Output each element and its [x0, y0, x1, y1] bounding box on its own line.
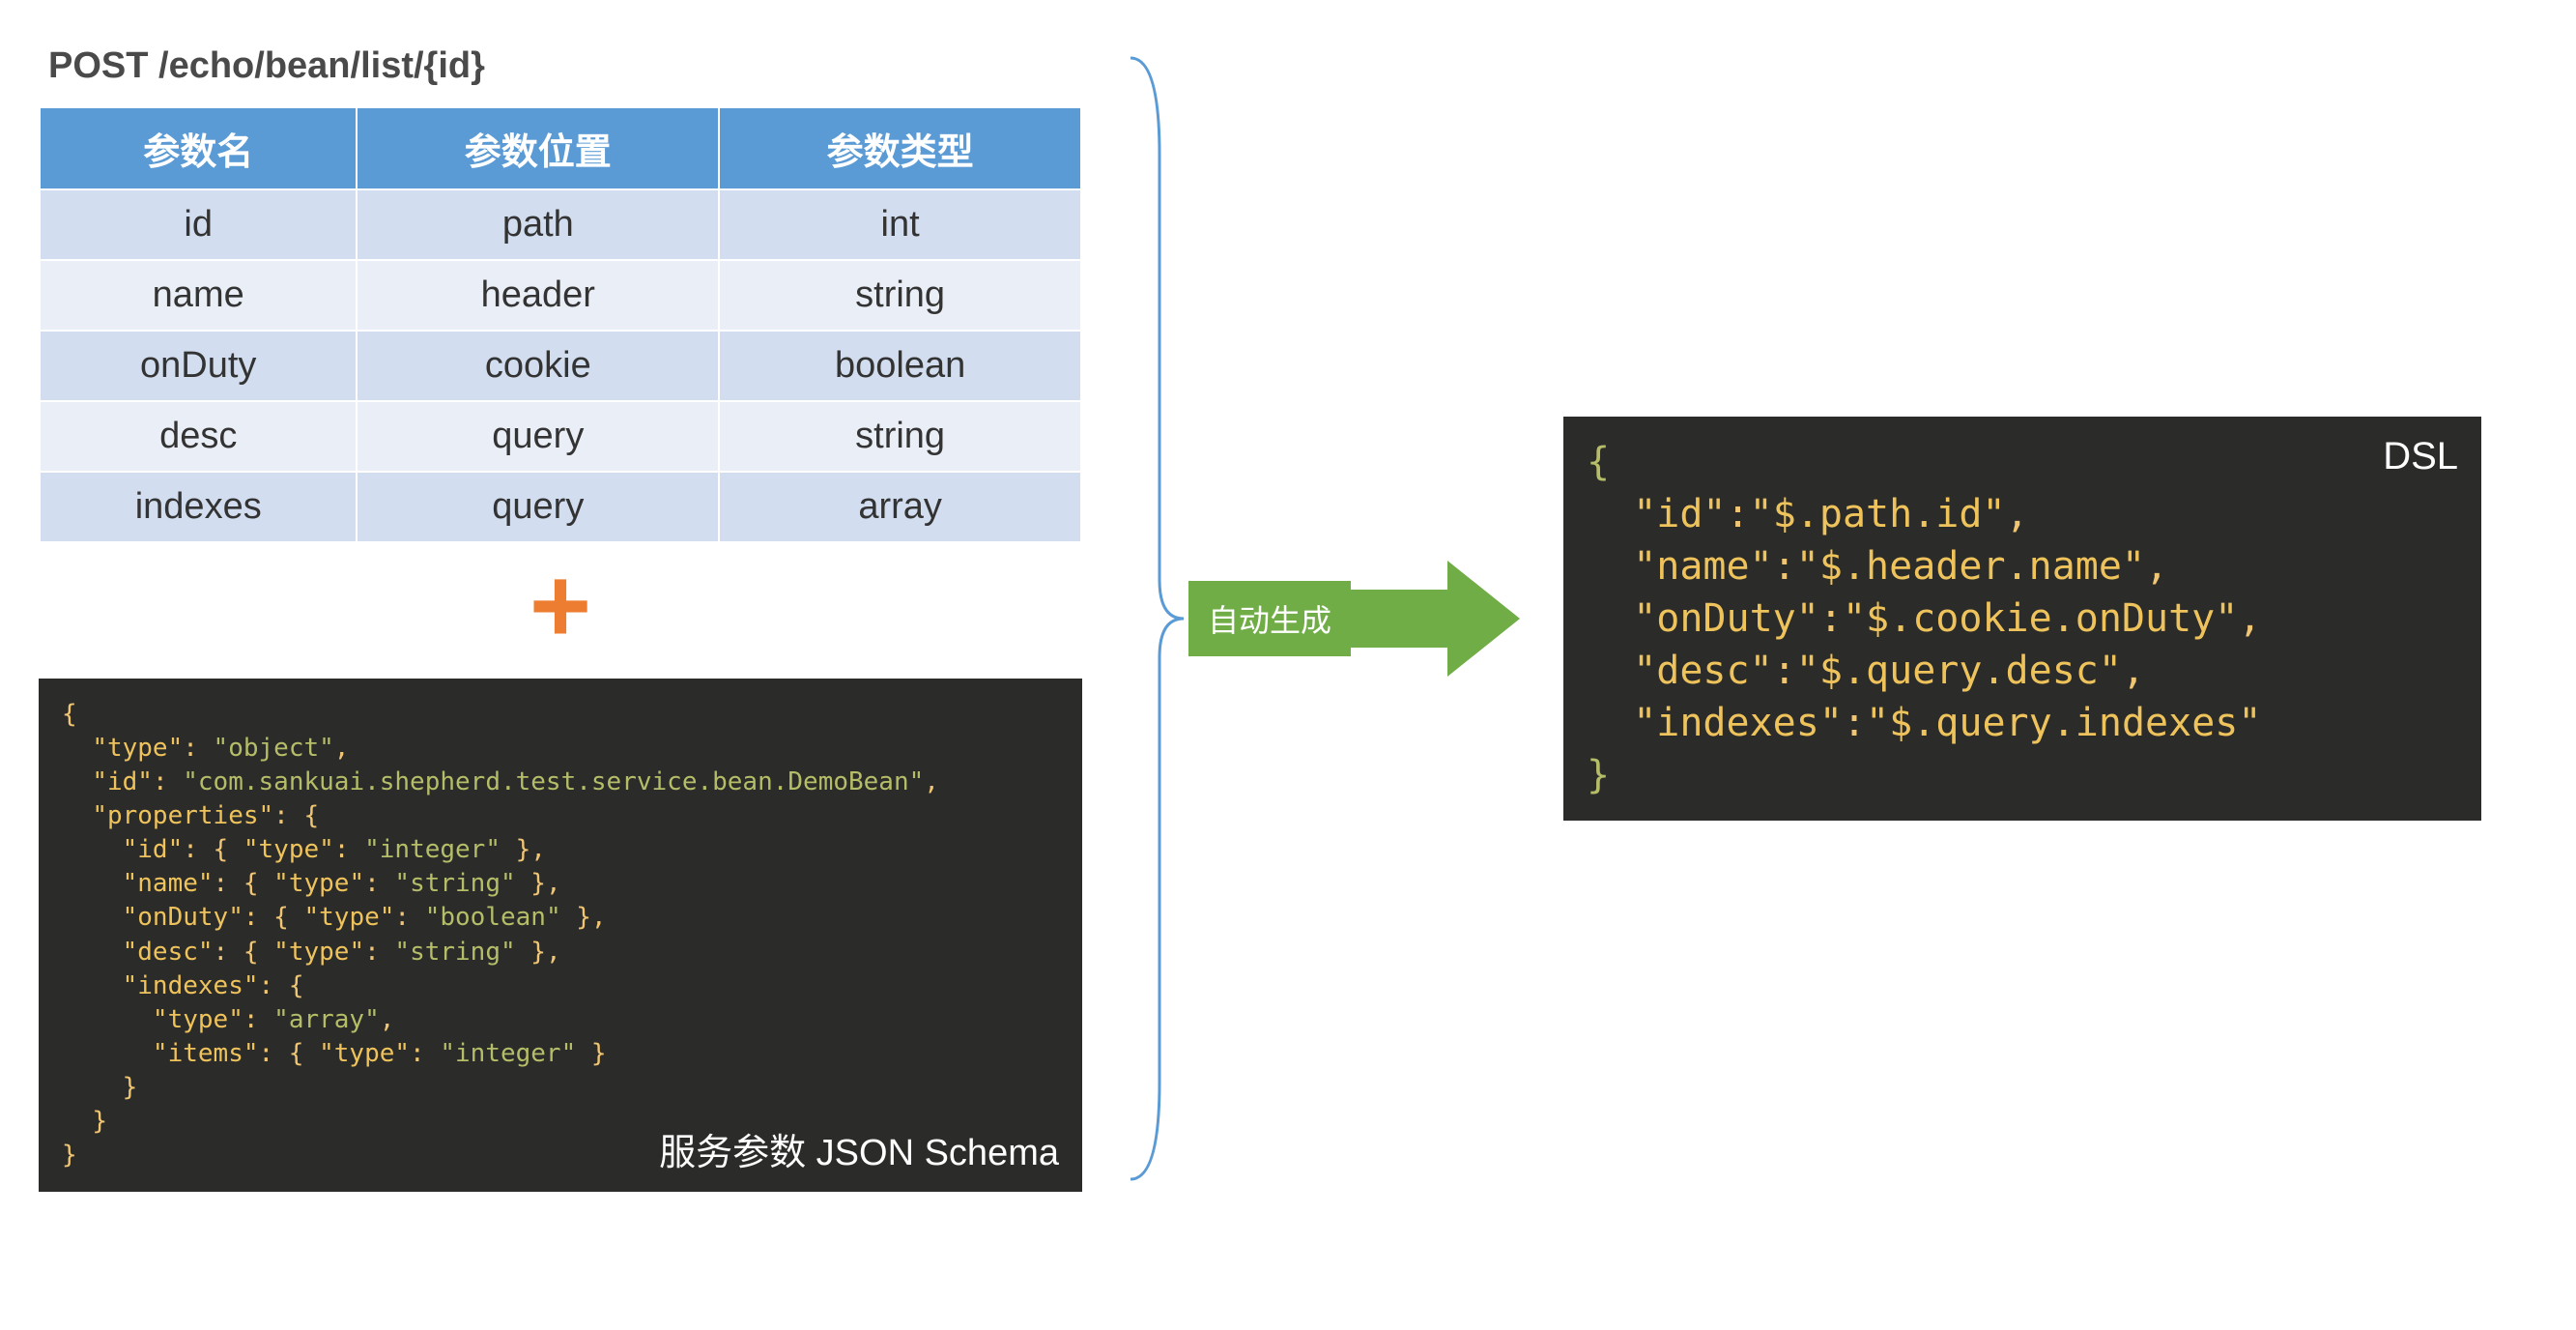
- arrow-label: 自动生成: [1188, 581, 1351, 656]
- dsl-label: DSL: [2383, 430, 2458, 482]
- json-schema-block: { "type": "object", "id": "com.sankuai.s…: [39, 679, 1082, 1192]
- bracket-and-arrow: 自动生成: [1121, 39, 1525, 1199]
- table-row: onDutycookieboolean: [40, 331, 1081, 401]
- schema-code: { "type": "object", "id": "com.sankuai.s…: [62, 698, 1059, 1172]
- arrow-icon: [1351, 556, 1525, 681]
- table-row: indexesqueryarray: [40, 472, 1081, 542]
- arrow-area: 自动生成: [1188, 556, 1525, 681]
- table-row: descquerystring: [40, 401, 1081, 472]
- endpoint-title: POST /echo/bean/list/{id}: [48, 45, 1082, 87]
- plus-icon: +: [39, 553, 1082, 659]
- th-type: 参数类型: [719, 107, 1081, 189]
- left-column: POST /echo/bean/list/{id} 参数名 参数位置 参数类型 …: [39, 45, 1082, 1192]
- diagram-container: POST /echo/bean/list/{id} 参数名 参数位置 参数类型 …: [39, 39, 2537, 1199]
- bracket-icon: [1121, 39, 1188, 1199]
- table-row: nameheaderstring: [40, 260, 1081, 331]
- dsl-code: { "id":"$.path.id", "name":"$.header.nam…: [1587, 436, 2458, 801]
- params-table: 参数名 参数位置 参数类型 idpathint nameheaderstring…: [39, 106, 1082, 543]
- th-name: 参数名: [40, 107, 357, 189]
- schema-label: 服务参数 JSON Schema: [659, 1129, 1059, 1178]
- table-row: idpathint: [40, 189, 1081, 260]
- dsl-block: { "id":"$.path.id", "name":"$.header.nam…: [1563, 417, 2481, 821]
- th-location: 参数位置: [357, 107, 719, 189]
- right-column: { "id":"$.path.id", "name":"$.header.nam…: [1563, 417, 2481, 821]
- params-tbody: idpathint nameheaderstring onDutycookieb…: [40, 189, 1081, 542]
